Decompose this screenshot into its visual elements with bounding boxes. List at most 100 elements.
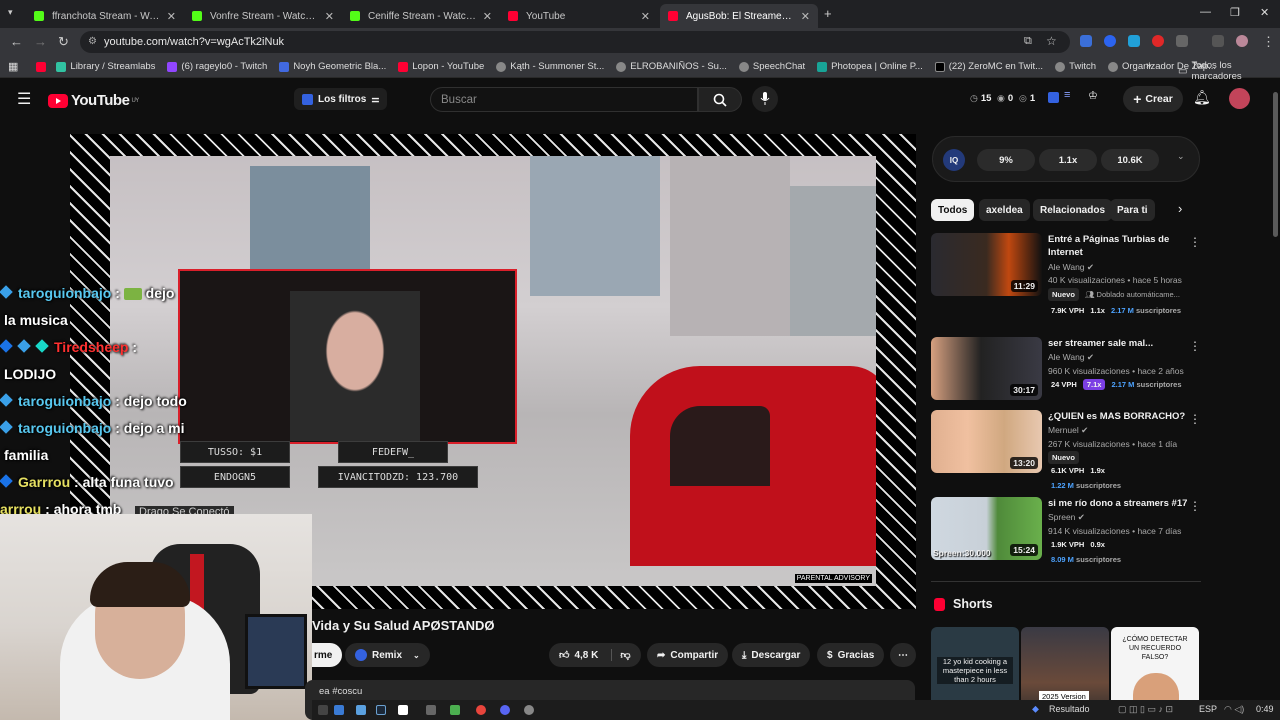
tab-5-active[interactable]: AgusBob: El Streamer que Abandonó Su Vid… <box>660 4 818 28</box>
bookmark-item[interactable]: Photopea | Online P... <box>817 61 923 72</box>
subscribe-button[interactable]: rme <box>312 643 343 667</box>
chip-todos[interactable]: Todos <box>931 199 975 221</box>
tab-2[interactable]: Vonfre Stream - Watch Live on Kick ✕ <box>184 4 342 28</box>
download-button[interactable]: ⤓ Descargar <box>732 643 811 667</box>
chevron-down-icon[interactable]: ⌄ <box>1177 151 1185 162</box>
forward-icon[interactable]: → <box>34 34 47 49</box>
more-vertical-icon[interactable]: ⋮ <box>1189 339 1201 353</box>
tab-1[interactable]: ffranchota Stream - Watch Live ✕ <box>26 4 184 28</box>
new-tab-icon[interactable]: + <box>824 6 832 21</box>
tab-3[interactable]: Ceniffe Stream - Watch Live on Kick ✕ <box>342 4 500 28</box>
more-vertical-icon[interactable]: ⋮ <box>1189 412 1201 426</box>
taskbar-app-icon[interactable] <box>318 705 328 715</box>
menu-kebab-icon[interactable]: ⋮ <box>1262 34 1275 50</box>
reload-icon[interactable]: ↻ <box>58 34 69 50</box>
taskbar-app-icon[interactable] <box>426 705 436 715</box>
bookmark-item[interactable]: Twitch <box>1055 61 1096 72</box>
bookmark-item[interactable]: (6) rageylo0 - Twitch <box>167 61 267 72</box>
install-icon[interactable]: ⧉ <box>1024 35 1032 48</box>
more-vertical-icon[interactable]: ⋮ <box>1189 235 1201 249</box>
tab-4[interactable]: YouTube ✕ <box>500 4 658 28</box>
steam-icon[interactable] <box>376 705 386 715</box>
recommendation-item[interactable]: 11:29 Entré a Páginas Turbias de Interne… <box>931 233 1201 323</box>
bookmark-star-icon[interactable]: ☆ <box>1046 34 1057 48</box>
extensions-puzzle-icon[interactable] <box>1176 35 1188 47</box>
extension-icon[interactable] <box>1104 35 1116 47</box>
tab-search-icon[interactable]: ▾ <box>8 7 13 18</box>
obs-icon[interactable] <box>524 705 534 715</box>
voice-search-button[interactable] <box>752 86 778 112</box>
close-window-icon[interactable]: ✕ <box>1260 6 1269 19</box>
vph-badge: 24 VPH <box>1051 380 1077 389</box>
recommendation-item[interactable]: 30:17 ser streamer sale mal... Ale Wang … <box>931 337 1201 403</box>
search-button[interactable] <box>698 87 742 112</box>
profile-avatar[interactable] <box>1236 35 1248 47</box>
chip-axeldea[interactable]: axeldea <box>979 199 1030 221</box>
sidebar-icon[interactable] <box>1212 35 1224 47</box>
account-avatar[interactable] <box>1229 88 1250 109</box>
video-thumbnail[interactable]: 11:29 <box>931 233 1042 296</box>
bookmark-item[interactable]: Library / Streamlabs <box>56 61 155 72</box>
close-icon[interactable]: ✕ <box>325 10 334 23</box>
stat-value: 0 <box>1007 93 1014 104</box>
system-tray-icons[interactable]: ▢ ◫ ▯ ▭ ♪ ⊡ <box>1118 704 1173 715</box>
taskbar-app-icon[interactable] <box>356 705 366 715</box>
taskbar-app-icon[interactable] <box>450 705 460 715</box>
scrollbar-thumb[interactable] <box>1273 92 1278 237</box>
remix-button[interactable]: Remix ⌄ <box>345 643 430 667</box>
site-info-icon[interactable]: ⚙ <box>88 36 97 47</box>
iq-extension-icon[interactable] <box>1048 92 1059 103</box>
video-thumbnail[interactable]: 30:17 <box>931 337 1042 400</box>
extension-icon[interactable] <box>1152 35 1164 47</box>
video-thumbnail[interactable]: 13:20 <box>931 410 1042 473</box>
bookmark-item[interactable]: Noyh Geometric Bla... <box>279 61 386 72</box>
search-result-label[interactable]: Resultado <box>1049 704 1090 714</box>
chip-relacionados[interactable]: Relacionados <box>1033 199 1113 221</box>
filters-button[interactable]: Los filtros ⚌ <box>294 88 388 110</box>
bookmark-item[interactable]: ELROBANIÑOS - Su... <box>616 61 727 72</box>
hamburger-menu-icon[interactable]: ☰ <box>17 89 31 109</box>
close-icon[interactable]: ✕ <box>167 10 176 23</box>
taskbar-app-icon[interactable] <box>398 705 408 715</box>
extension-icon[interactable] <box>1080 35 1092 47</box>
video-thumbnail[interactable]: Spreen:30.000 15:24 <box>931 497 1042 560</box>
close-icon[interactable]: ✕ <box>801 10 810 23</box>
discord-icon[interactable] <box>500 705 510 715</box>
more-actions-button[interactable]: ⋯ <box>890 643 916 667</box>
create-button[interactable]: + Crear <box>1123 86 1183 112</box>
language-indicator[interactable]: ESP <box>1199 704 1217 714</box>
more-vertical-icon[interactable]: ⋮ <box>1189 499 1201 513</box>
notifications-bell-icon[interactable]: 🔔︎ <box>1193 89 1211 106</box>
like-button[interactable]: 👍︎ 4,8 K 👎︎ <box>549 643 641 667</box>
search-input[interactable]: Buscar <box>430 87 698 112</box>
back-icon[interactable]: ← <box>10 34 23 49</box>
thumbs-down-icon[interactable]: 👎︎ <box>611 649 631 661</box>
taskbar-app-icon[interactable] <box>334 705 344 715</box>
wifi-volume-icon[interactable]: ◠ ◁) <box>1224 704 1244 715</box>
list-icon[interactable]: ≡ <box>1064 89 1070 101</box>
award-icon[interactable]: ♔ <box>1088 89 1098 102</box>
bookmark-item[interactable]: Kąth - Summoner St... <box>496 61 604 72</box>
streamlabs-icon <box>56 61 67 72</box>
more-bookmarks-icon[interactable]: » <box>1146 60 1152 71</box>
close-icon[interactable]: ✕ <box>641 10 650 23</box>
bookmark-item[interactable]: Lopon - YouTube <box>398 61 484 72</box>
chevron-right-icon[interactable]: › <box>1178 201 1182 216</box>
chip-para-ti[interactable]: Para ti <box>1110 199 1155 221</box>
bookmark-item[interactable]: (22) ZeroMC en Twit... <box>934 61 1043 72</box>
recommendation-item[interactable]: Spreen:30.000 15:24 si me río dono a stre… <box>931 497 1201 567</box>
thanks-button[interactable]: $ Gracias <box>817 643 885 667</box>
url-field[interactable]: ⚙ youtube.com/watch?v=wgAcTk2iNuk ⧉ ☆ <box>80 31 1070 53</box>
apps-grid-icon[interactable]: ▦ <box>8 60 18 73</box>
all-bookmarks-folder[interactable]: ▭ Todos los marcadores <box>1178 60 1280 82</box>
minimize-icon[interactable]: — <box>1200 6 1211 18</box>
share-button[interactable]: ➦ Compartir <box>647 643 729 667</box>
recommendation-item[interactable]: 13:20 ¿QUIEN es MAS BORRACHO? Mernuel ✔ … <box>931 410 1201 490</box>
extension-icon[interactable] <box>1128 35 1140 47</box>
bookmark-item[interactable]: SpeechChat <box>738 61 805 72</box>
close-icon[interactable]: ✕ <box>483 10 492 23</box>
youtube-logo[interactable]: YouTube UY <box>48 92 139 109</box>
bookmark-item[interactable] <box>36 61 50 72</box>
restore-icon[interactable]: ❐ <box>1230 6 1240 19</box>
chrome-icon[interactable] <box>476 705 486 715</box>
